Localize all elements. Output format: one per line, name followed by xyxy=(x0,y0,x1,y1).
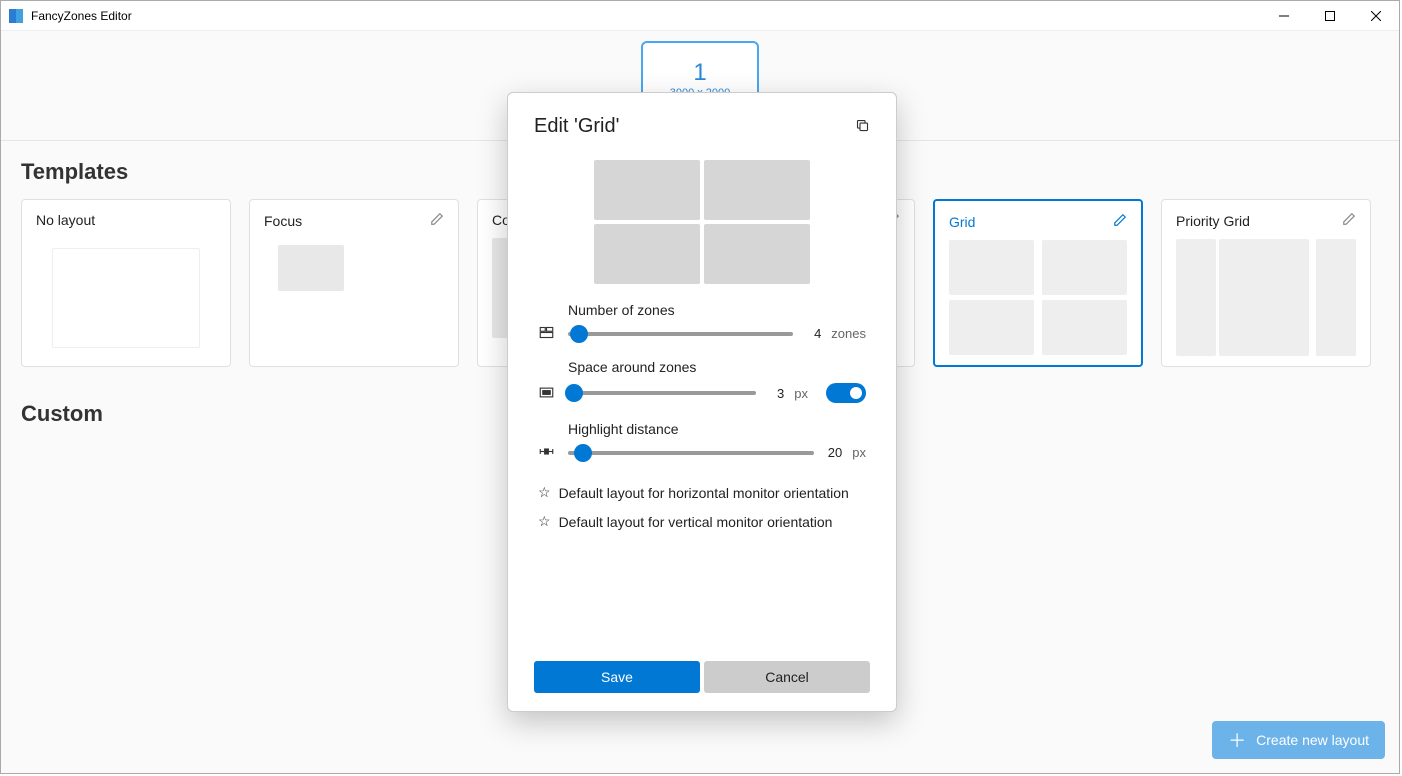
template-preview xyxy=(1176,239,1356,356)
space-toggle[interactable] xyxy=(826,383,866,403)
star-icon: ☆ xyxy=(538,513,551,530)
app-window: FancyZones Editor 1 3000 x 2000 Template… xyxy=(0,0,1400,774)
template-name: Priority Grid xyxy=(1176,213,1250,229)
space-value: 3 xyxy=(766,386,784,401)
template-card-focus[interactable]: Focus xyxy=(249,199,459,367)
plus-icon: ＋ xyxy=(1228,727,1246,753)
default-horizontal-label: Default layout for horizontal monitor or… xyxy=(559,485,849,501)
space-slider[interactable] xyxy=(568,391,756,395)
maximize-icon xyxy=(1325,11,1335,21)
highlight-value: 20 xyxy=(824,445,842,460)
template-name: No layout xyxy=(36,212,95,228)
slider-thumb[interactable] xyxy=(570,325,588,343)
highlight-unit: px xyxy=(852,445,866,460)
zones-unit: zones xyxy=(831,326,866,341)
minimize-button[interactable] xyxy=(1261,1,1307,31)
pencil-icon[interactable] xyxy=(1342,212,1356,229)
template-card-nolayout[interactable]: No layout xyxy=(21,199,231,367)
space-label: Space around zones xyxy=(568,359,866,375)
highlight-label: Highlight distance xyxy=(568,421,866,437)
space-icon xyxy=(538,384,554,400)
dialog-header: Edit 'Grid' xyxy=(534,115,870,138)
highlight-icon xyxy=(538,444,554,460)
pencil-icon[interactable] xyxy=(1113,213,1127,230)
space-unit: px xyxy=(794,386,808,401)
minimize-icon xyxy=(1279,11,1289,21)
slider-thumb[interactable] xyxy=(565,384,583,402)
zones-icon xyxy=(538,325,554,341)
slider-thumb[interactable] xyxy=(574,444,592,462)
pencil-icon[interactable] xyxy=(430,212,444,229)
template-name: Focus xyxy=(264,213,302,229)
space-control: Space around zones 3 px xyxy=(538,359,866,403)
create-layout-label: Create new layout xyxy=(1256,732,1369,748)
zones-label: Number of zones xyxy=(568,302,866,318)
star-icon: ☆ xyxy=(538,484,551,501)
highlight-slider[interactable] xyxy=(568,451,814,455)
template-card-grid[interactable]: Grid xyxy=(933,199,1143,367)
template-name: Grid xyxy=(949,214,975,230)
template-card-priority[interactable]: Priority Grid xyxy=(1161,199,1371,367)
window-title: FancyZones Editor xyxy=(31,9,132,23)
content-area: 1 3000 x 2000 Templates No layout Focus xyxy=(1,31,1399,773)
default-vertical[interactable]: ☆ Default layout for vertical monitor or… xyxy=(538,513,866,530)
dialog-preview xyxy=(534,160,870,284)
highlight-control: Highlight distance 20 px xyxy=(538,421,866,460)
template-preview xyxy=(36,238,216,356)
dialog-buttons: Save Cancel xyxy=(534,661,870,693)
maximize-button[interactable] xyxy=(1307,1,1353,31)
titlebar-left: FancyZones Editor xyxy=(9,9,132,23)
titlebar: FancyZones Editor xyxy=(1,1,1399,31)
app-icon xyxy=(9,9,23,23)
template-preview xyxy=(264,239,444,356)
zones-slider[interactable] xyxy=(568,332,793,336)
toggle-knob xyxy=(850,387,862,399)
copy-icon[interactable] xyxy=(855,118,870,136)
create-layout-button[interactable]: ＋ Create new layout xyxy=(1212,721,1385,759)
default-vertical-label: Default layout for vertical monitor orie… xyxy=(559,514,833,530)
cancel-button[interactable]: Cancel xyxy=(704,661,870,693)
window-controls xyxy=(1261,1,1399,31)
save-button[interactable]: Save xyxy=(534,661,700,693)
dialog-title: Edit 'Grid' xyxy=(534,115,619,138)
zones-control: Number of zones 4 zones xyxy=(538,302,866,341)
default-horizontal[interactable]: ☆ Default layout for horizontal monitor … xyxy=(538,484,866,501)
edit-dialog: Edit 'Grid' xyxy=(507,92,897,712)
close-icon xyxy=(1371,11,1381,21)
monitor-number: 1 xyxy=(693,59,706,87)
template-preview xyxy=(949,240,1127,355)
close-button[interactable] xyxy=(1353,1,1399,31)
zones-value: 4 xyxy=(803,326,821,341)
